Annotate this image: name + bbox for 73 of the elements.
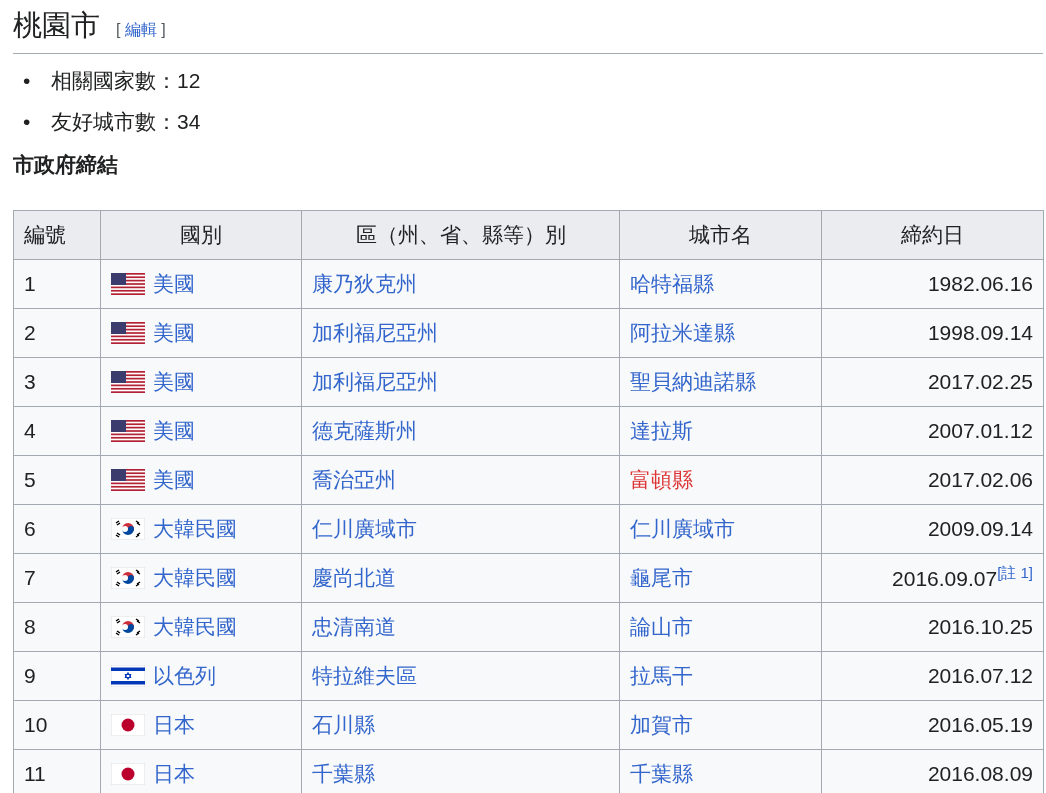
footnote-link[interactable]: [註 1] bbox=[997, 563, 1033, 581]
striped-flag-icon bbox=[110, 322, 145, 345]
table-cell: 2009.09.14 bbox=[821, 504, 1044, 554]
region-link[interactable]: 石川縣 bbox=[312, 713, 376, 737]
table-cell: 10 bbox=[13, 700, 100, 750]
circle-flag-icon bbox=[110, 616, 145, 639]
table-cell: 1982.06.16 bbox=[821, 259, 1044, 309]
city-link[interactable]: 龜尾市 bbox=[629, 566, 693, 590]
city-link[interactable]: 千葉縣 bbox=[629, 762, 693, 786]
region-link[interactable]: 慶尚北道 bbox=[312, 566, 397, 590]
table-cell: 7 bbox=[13, 553, 100, 603]
region-link[interactable]: 千葉縣 bbox=[312, 762, 376, 786]
disc-flag-icon bbox=[110, 714, 145, 737]
city-link[interactable]: 論山市 bbox=[629, 615, 693, 639]
region-link[interactable]: 德克薩斯州 bbox=[312, 419, 418, 443]
star-flag-icon bbox=[110, 665, 145, 688]
table-cell: 4 bbox=[13, 406, 100, 456]
table-cell: 1998.09.14 bbox=[821, 308, 1044, 358]
region-link[interactable]: 康乃狄克州 bbox=[312, 272, 418, 296]
column-header: 區（州、省、縣等）別 bbox=[301, 210, 620, 260]
column-header: 城市名 bbox=[619, 210, 821, 260]
table-cell: 2 bbox=[13, 308, 100, 358]
disc-flag-icon bbox=[110, 763, 145, 786]
circle-flag-icon bbox=[110, 567, 145, 590]
country-link[interactable]: 美國 bbox=[152, 272, 195, 296]
date-text: 2016.09.07 bbox=[892, 566, 998, 590]
country-link[interactable]: 美國 bbox=[152, 321, 195, 345]
table-cell: 2007.01.12 bbox=[821, 406, 1044, 456]
column-header: 國別 bbox=[100, 210, 302, 260]
bracket: ] bbox=[161, 21, 166, 38]
table-cell: 6 bbox=[13, 504, 100, 554]
table-cell: 8 bbox=[13, 602, 100, 652]
country-link[interactable]: 日本 bbox=[152, 713, 195, 737]
bullet: • bbox=[23, 109, 32, 136]
striped-flag-icon bbox=[110, 273, 145, 296]
table-cell: 2016.07.12 bbox=[821, 651, 1044, 701]
city-link[interactable]: 富頓縣 bbox=[629, 468, 693, 492]
table-cell: 2016.05.19 bbox=[821, 700, 1044, 750]
city-link[interactable]: 加賀市 bbox=[629, 713, 693, 737]
column-header: 編號 bbox=[13, 210, 100, 260]
table-cell: 3 bbox=[13, 357, 100, 407]
region-link[interactable]: 喬治亞州 bbox=[312, 468, 397, 492]
region-link[interactable]: 加利福尼亞州 bbox=[312, 370, 439, 394]
city-link[interactable]: 拉馬干 bbox=[629, 664, 693, 688]
circle-flag-icon bbox=[110, 518, 145, 541]
edit-link[interactable]: 編輯 bbox=[124, 21, 157, 38]
striped-flag-icon bbox=[110, 420, 145, 443]
region-link[interactable]: 仁川廣域市 bbox=[312, 517, 418, 541]
region-link[interactable]: 加利福尼亞州 bbox=[312, 321, 439, 345]
table-cell: 2017.02.25 bbox=[821, 357, 1044, 407]
column-header: 締約日 bbox=[821, 210, 1044, 260]
striped-flag-icon bbox=[110, 371, 145, 394]
table-cell: 2016.10.25 bbox=[821, 602, 1044, 652]
table-cell: 1 bbox=[13, 259, 100, 309]
summary-item: 友好城市數：34 bbox=[51, 109, 201, 136]
section-title: 市政府締結 bbox=[13, 151, 119, 178]
table-cell: 2017.02.06 bbox=[821, 455, 1044, 505]
country-link[interactable]: 美國 bbox=[152, 370, 195, 394]
country-link[interactable]: 美國 bbox=[152, 468, 195, 492]
bullet: • bbox=[23, 67, 32, 94]
region-link[interactable]: 忠清南道 bbox=[312, 615, 397, 639]
city-link[interactable]: 達拉斯 bbox=[629, 419, 693, 443]
table-cell: 5 bbox=[13, 455, 100, 505]
page-heading: 桃園市 bbox=[13, 8, 100, 43]
summary-item: 相關國家數：12 bbox=[51, 67, 201, 94]
bracket: [ bbox=[116, 21, 121, 38]
country-link[interactable]: 美國 bbox=[152, 419, 195, 443]
region-link[interactable]: 特拉維夫區 bbox=[312, 664, 418, 688]
country-link[interactable]: 以色列 bbox=[152, 664, 216, 688]
striped-flag-icon bbox=[110, 469, 145, 492]
table-cell: 9 bbox=[13, 651, 100, 701]
table-cell: 11 bbox=[13, 749, 100, 793]
country-link[interactable]: 日本 bbox=[152, 762, 195, 786]
